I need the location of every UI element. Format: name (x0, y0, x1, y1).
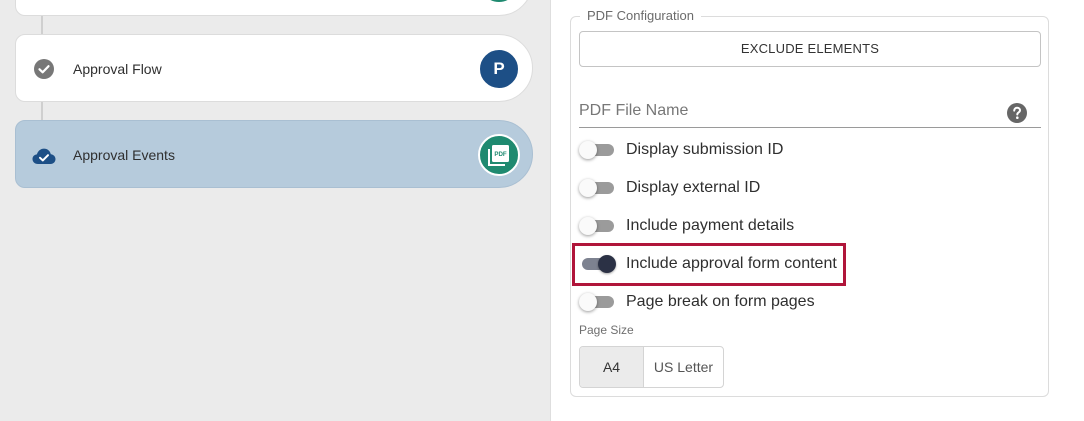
step-badge: P (478, 48, 520, 90)
step-card-approval-flow[interactable]: Approval Flow P (15, 34, 533, 102)
step-connector (41, 102, 43, 120)
toggle-row-display-external-id: Display external ID (579, 169, 1019, 207)
help-icon[interactable] (1007, 103, 1027, 123)
toggle-row-include-payment-details: Include payment details (579, 207, 1019, 245)
step-card-previous[interactable] (15, 0, 533, 16)
step-badge (478, 0, 520, 4)
step-card-approval-events[interactable]: Approval Events PDF (15, 120, 533, 188)
toggle-row-page-break-on-form-pages: Page break on form pages (579, 283, 1019, 321)
pdf-icon-text: PDF (494, 151, 507, 158)
page-size-option-us-letter[interactable]: US Letter (644, 347, 723, 387)
pdf-file-name-field[interactable]: PDF File Name (579, 96, 1041, 128)
highlight-annotation (572, 243, 846, 286)
display-submission-id-toggle[interactable] (579, 141, 615, 159)
step-label: Approval Flow (73, 61, 162, 77)
include-payment-details-toggle[interactable] (579, 217, 615, 235)
page-size-label: Page Size (579, 323, 634, 337)
cloud-check-icon (32, 148, 56, 164)
pdf-file-name-label: PDF File Name (579, 102, 689, 119)
toggle-row-display-submission-id: Display submission ID (579, 131, 1019, 169)
step-label: Approval Events (73, 147, 175, 163)
toggle-label: Display external ID (626, 179, 761, 196)
display-external-id-toggle[interactable] (579, 179, 615, 197)
page-size-selector: A4 US Letter (579, 346, 724, 388)
step-badge: PDF (478, 134, 520, 176)
step-connector (41, 16, 43, 34)
pdf-icon: PDF (488, 145, 509, 166)
toggle-label: Page break on form pages (626, 293, 815, 310)
badge-initial: P (493, 59, 505, 78)
pdf-config-legend: PDF Configuration (580, 8, 701, 23)
toggle-label: Include payment details (626, 217, 795, 234)
page-size-option-a4[interactable]: A4 (580, 347, 644, 387)
exclude-elements-button[interactable]: EXCLUDE ELEMENTS (579, 31, 1041, 67)
check-circle-icon (34, 59, 54, 79)
pdf-config-panel: PDF Configuration EXCLUDE ELEMENTS PDF F… (550, 0, 1084, 421)
toggle-label: Display submission ID (626, 141, 784, 158)
page-break-on-form-pages-toggle[interactable] (579, 293, 615, 311)
